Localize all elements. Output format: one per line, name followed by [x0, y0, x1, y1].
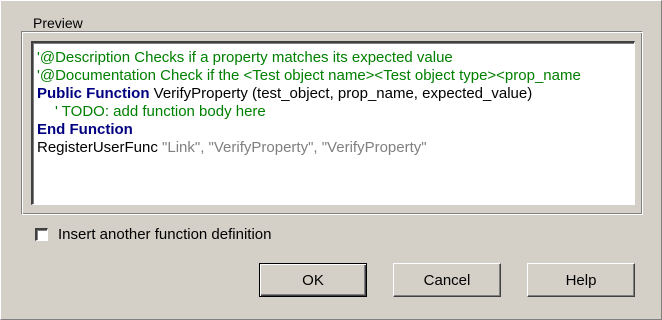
register-func-args: "Link", "VerifyProperty", "VerifyPropert…: [162, 139, 427, 156]
function-signature: VerifyProperty (test_object, prop_name, …: [149, 85, 533, 102]
ok-button[interactable]: OK: [259, 263, 367, 297]
insert-another-checkbox[interactable]: [35, 227, 48, 241]
function-definition-dialog: Preview '@Description Checks if a proper…: [0, 0, 662, 320]
code-preview-box[interactable]: '@Description Checks if a property match…: [31, 41, 635, 205]
cancel-button[interactable]: Cancel: [393, 263, 501, 297]
code-line-todo: ' TODO: add function body here: [55, 103, 266, 120]
code-line-description: '@Description Checks if a property match…: [37, 49, 453, 66]
code-line-register: RegisterUserFunc "Link", "VerifyProperty…: [37, 139, 634, 157]
keyword-public-function: Public Function: [37, 85, 150, 102]
preview-label: Preview: [29, 15, 87, 31]
code-line-end-function: End Function: [37, 121, 133, 138]
code-line-function-declaration: Public Function VerifyProperty (test_obj…: [37, 85, 634, 103]
register-func-name: RegisterUserFunc: [37, 139, 163, 156]
code-line-documentation: '@Documentation Check if the <Test objec…: [37, 67, 581, 84]
insert-another-label[interactable]: Insert another function definition: [58, 226, 271, 243]
insert-another-row[interactable]: Insert another function definition: [35, 225, 271, 243]
help-button[interactable]: Help: [527, 263, 635, 297]
